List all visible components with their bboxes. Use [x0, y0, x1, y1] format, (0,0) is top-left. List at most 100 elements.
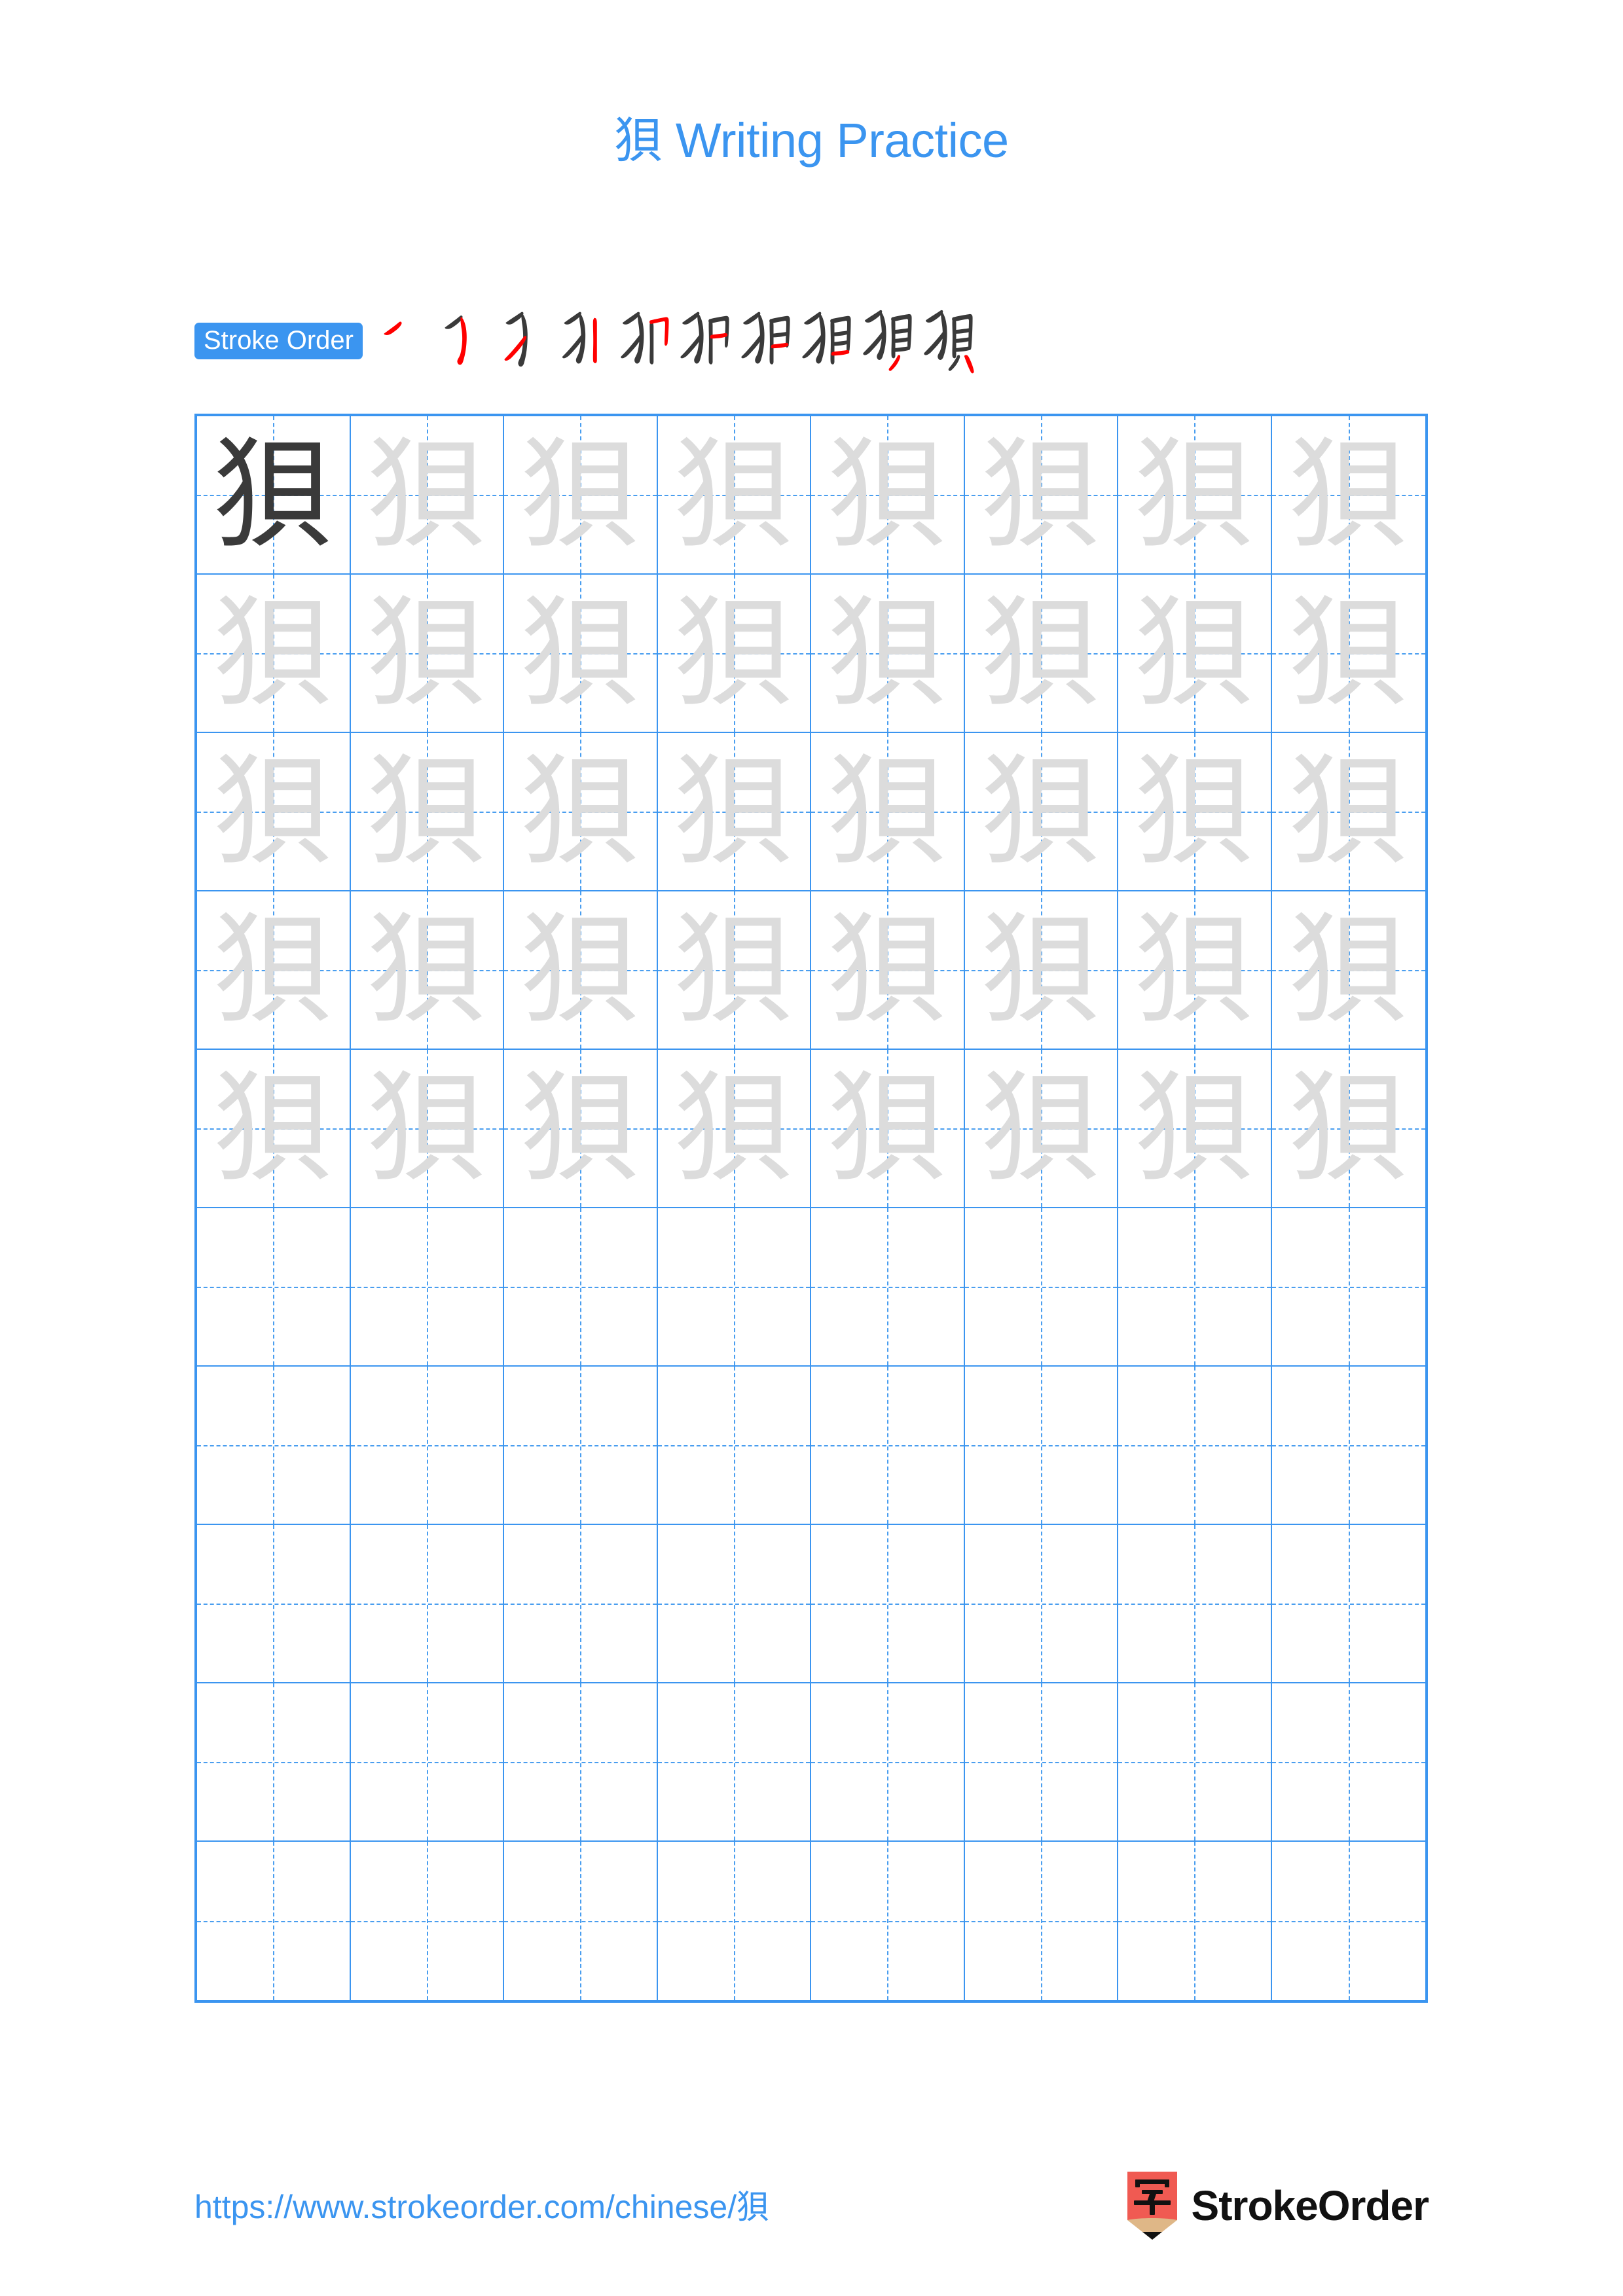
footer-url-prefix: https://www.strokeorder.com/chinese/ — [194, 2189, 737, 2225]
grid-cell-r8-c1[interactable] — [197, 1525, 351, 1683]
trace-character: 狽 — [367, 1059, 486, 1198]
grid-cell-r3-c4[interactable]: 狽 — [657, 733, 811, 891]
grid-cell-r1-c5[interactable]: 狽 — [811, 416, 965, 575]
grid-cell-r7-c3[interactable] — [504, 1367, 658, 1525]
grid-cell-r4-c8[interactable]: 狽 — [1271, 891, 1425, 1050]
trace-character: 狽 — [520, 901, 640, 1039]
grid-cell-r3-c3[interactable]: 狽 — [504, 733, 658, 891]
grid-cell-r7-c5[interactable] — [811, 1367, 965, 1525]
grid-cell-r8-c8[interactable] — [1271, 1525, 1425, 1683]
trace-character: 狽 — [981, 742, 1101, 881]
brand-logo[interactable]: StrokeOrder — [1125, 2172, 1429, 2240]
grid-cell-r8-c5[interactable] — [811, 1525, 965, 1683]
grid-cell-r6-c1[interactable] — [197, 1208, 351, 1367]
grid-cell-r8-c2[interactable] — [350, 1525, 504, 1683]
grid-cell-r5-c7[interactable]: 狽 — [1118, 1050, 1272, 1208]
grid-cell-r8-c4[interactable] — [657, 1525, 811, 1683]
grid-cell-r9-c7[interactable] — [1118, 1683, 1272, 1842]
grid-cell-r3-c2[interactable]: 狽 — [350, 733, 504, 891]
grid-cell-r2-c5[interactable]: 狽 — [811, 575, 965, 733]
grid-cell-r9-c1[interactable] — [197, 1683, 351, 1842]
footer-url-link[interactable]: https://www.strokeorder.com/chinese/狽 — [194, 2181, 769, 2228]
trace-character: 狽 — [981, 901, 1101, 1039]
grid-cell-r5-c8[interactable]: 狽 — [1271, 1050, 1425, 1208]
grid-cell-r7-c4[interactable] — [657, 1367, 811, 1525]
grid-cell-r4-c4[interactable]: 狽 — [657, 891, 811, 1050]
grid-cell-r4-c1[interactable]: 狽 — [197, 891, 351, 1050]
grid-cell-r3-c5[interactable]: 狽 — [811, 733, 965, 891]
trace-character: 狽 — [213, 1059, 333, 1198]
stroke-step-9 — [856, 307, 917, 375]
grid-cell-r5-c5[interactable]: 狽 — [811, 1050, 965, 1208]
grid-cell-r5-c4[interactable]: 狽 — [657, 1050, 811, 1208]
grid-cell-r10-c1[interactable] — [197, 1842, 351, 2000]
grid-cell-r7-c8[interactable] — [1271, 1367, 1425, 1525]
stroke-step-6 — [674, 307, 735, 375]
grid-cell-r5-c1[interactable]: 狽 — [197, 1050, 351, 1208]
grid-cell-r2-c7[interactable]: 狽 — [1118, 575, 1272, 733]
grid-cell-r1-c8[interactable]: 狽 — [1271, 416, 1425, 575]
grid-cell-r9-c6[interactable] — [964, 1683, 1118, 1842]
grid-cell-r4-c6[interactable]: 狽 — [964, 891, 1118, 1050]
grid-cell-r1-c1[interactable]: 狽 — [197, 416, 351, 575]
grid-cell-r10-c2[interactable] — [350, 1842, 504, 2000]
stroke-order-section: Stroke Order — [194, 305, 978, 377]
grid-cell-r6-c8[interactable] — [1271, 1208, 1425, 1367]
grid-cell-r10-c7[interactable] — [1118, 1842, 1272, 2000]
grid-cell-r1-c4[interactable]: 狽 — [657, 416, 811, 575]
grid-cell-r1-c6[interactable]: 狽 — [964, 416, 1118, 575]
grid-cell-r2-c8[interactable]: 狽 — [1271, 575, 1425, 733]
grid-cell-r9-c8[interactable] — [1271, 1683, 1425, 1842]
grid-cell-r6-c4[interactable] — [657, 1208, 811, 1367]
trace-character: 狽 — [213, 584, 333, 723]
trace-character: 狽 — [1135, 742, 1254, 881]
grid-cell-r4-c3[interactable]: 狽 — [504, 891, 658, 1050]
grid-cell-r7-c1[interactable] — [197, 1367, 351, 1525]
grid-cell-r8-c3[interactable] — [504, 1525, 658, 1683]
grid-cell-r6-c6[interactable] — [964, 1208, 1118, 1367]
grid-cell-r5-c3[interactable]: 狽 — [504, 1050, 658, 1208]
grid-cell-r6-c7[interactable] — [1118, 1208, 1272, 1367]
trace-character: 狽 — [1135, 1059, 1254, 1198]
grid-cell-r10-c8[interactable] — [1271, 1842, 1426, 2000]
grid-cell-r6-c3[interactable] — [504, 1208, 658, 1367]
grid-cell-r4-c5[interactable]: 狽 — [811, 891, 965, 1050]
grid-cell-r7-c2[interactable] — [350, 1367, 504, 1525]
grid-cell-r1-c3[interactable]: 狽 — [504, 416, 658, 575]
grid-cell-r10-c5[interactable] — [811, 1842, 965, 2000]
grid-cell-r10-c4[interactable] — [657, 1842, 811, 2000]
grid-cell-r9-c2[interactable] — [350, 1683, 504, 1842]
grid-cell-r10-c6[interactable] — [964, 1842, 1118, 2000]
grid-cell-r8-c7[interactable] — [1118, 1525, 1272, 1683]
trace-character: 狽 — [828, 425, 947, 564]
grid-cell-r5-c2[interactable]: 狽 — [350, 1050, 504, 1208]
grid-cell-r2-c6[interactable]: 狽 — [964, 575, 1118, 733]
trace-character: 狽 — [828, 901, 947, 1039]
grid-cell-r6-c2[interactable] — [350, 1208, 504, 1367]
grid-cell-r3-c7[interactable]: 狽 — [1118, 733, 1272, 891]
grid-cell-r8-c6[interactable] — [964, 1525, 1118, 1683]
trace-character: 狽 — [520, 425, 640, 564]
grid-cell-r9-c4[interactable] — [657, 1683, 811, 1842]
grid-cell-r2-c4[interactable]: 狽 — [657, 575, 811, 733]
grid-cell-r2-c3[interactable]: 狽 — [504, 575, 658, 733]
practice-grid: 狽狽狽狽狽狽狽狽狽狽狽狽狽狽狽狽狽狽狽狽狽狽狽狽狽狽狽狽狽狽狽狽狽狽狽狽狽狽狽狽 — [194, 414, 1428, 2003]
grid-cell-r1-c7[interactable]: 狽 — [1118, 416, 1272, 575]
grid-cell-r7-c6[interactable] — [964, 1367, 1118, 1525]
grid-cell-r9-c5[interactable] — [811, 1683, 965, 1842]
grid-cell-r3-c8[interactable]: 狽 — [1271, 733, 1425, 891]
grid-cell-r9-c3[interactable] — [504, 1683, 658, 1842]
grid-cell-r4-c7[interactable]: 狽 — [1118, 891, 1272, 1050]
grid-cell-r5-c6[interactable]: 狽 — [964, 1050, 1118, 1208]
trace-character: 狽 — [1288, 901, 1408, 1039]
grid-cell-r10-c3[interactable] — [504, 1842, 658, 2000]
grid-cell-r3-c6[interactable]: 狽 — [964, 733, 1118, 891]
model-character: 狽 — [213, 425, 333, 564]
grid-cell-r1-c2[interactable]: 狽 — [350, 416, 504, 575]
grid-cell-r7-c7[interactable] — [1118, 1367, 1272, 1525]
grid-cell-r2-c1[interactable]: 狽 — [197, 575, 351, 733]
grid-cell-r4-c2[interactable]: 狽 — [350, 891, 504, 1050]
grid-cell-r6-c5[interactable] — [811, 1208, 965, 1367]
grid-cell-r3-c1[interactable]: 狽 — [197, 733, 351, 891]
grid-cell-r2-c2[interactable]: 狽 — [350, 575, 504, 733]
